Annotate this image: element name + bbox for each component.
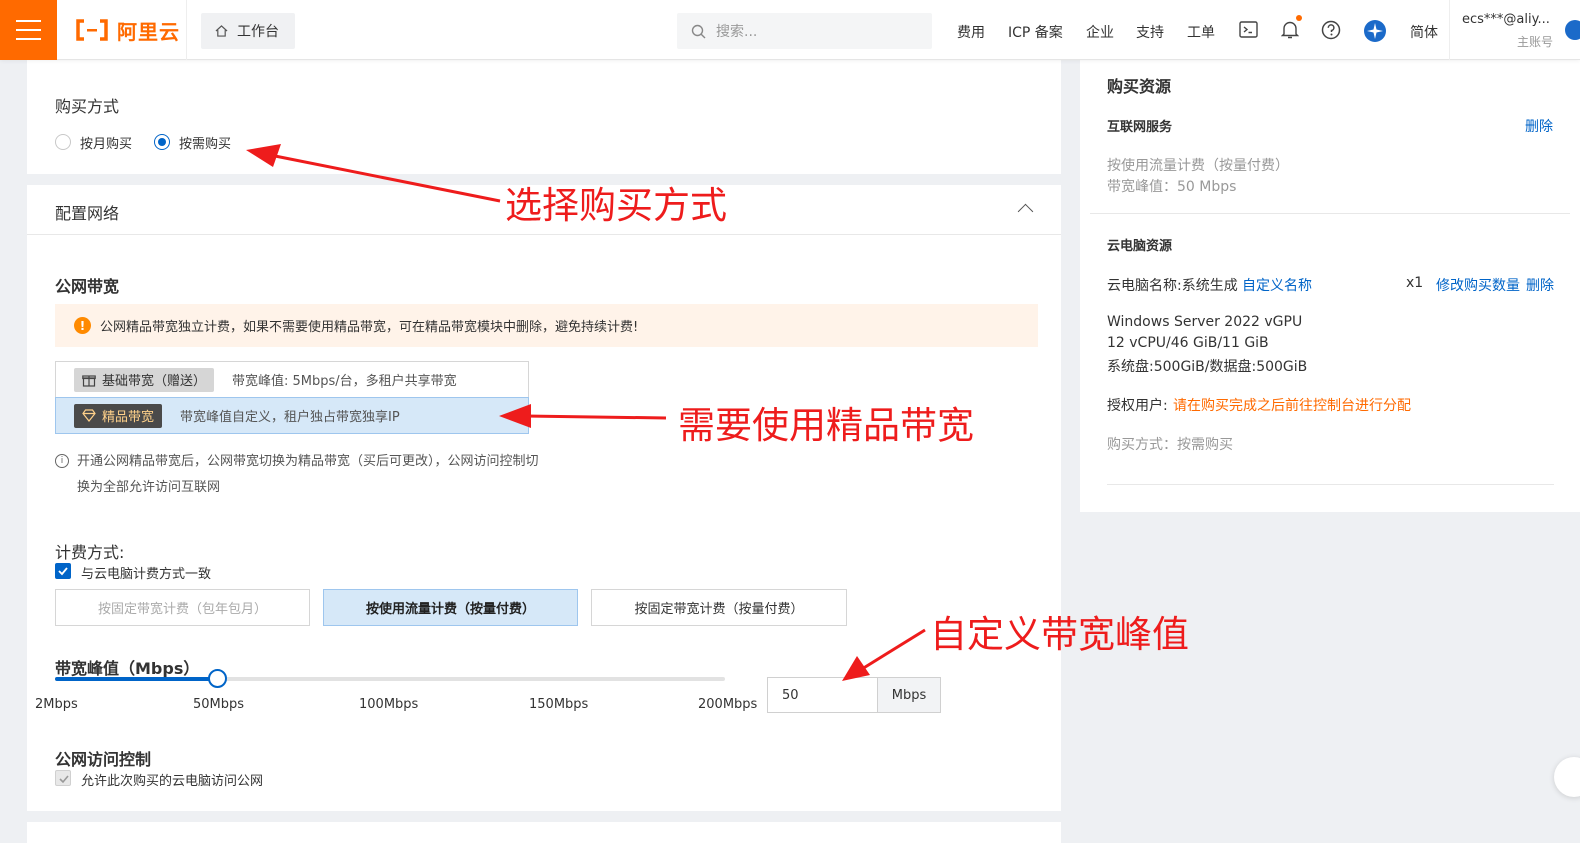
top-bar: 阿里云 工作台 搜索... 费用 ICP 备案 企业 支持 工单 简体 ecs*… <box>0 0 1580 60</box>
purchase-method-title: 购买方式 <box>55 97 120 116</box>
annotation-peak: 自定义带宽峰值 <box>930 613 1189 656</box>
cloud-name-label: 云电脑名称:系统生成 <box>1107 278 1238 294</box>
radio-on-demand-label[interactable]: 按需购买 <box>179 133 231 152</box>
tick-200mbps: 200Mbps <box>698 697 758 712</box>
next-card <box>27 822 1061 843</box>
cloud-resource-title: 云电脑资源 <box>1107 239 1173 254</box>
premium-info-line1: 开通公网精品带宽后，公网带宽切换为精品带宽（买后可更改），公网访问控制切 <box>77 454 539 469</box>
tick-50mbps: 50Mbps <box>193 697 245 712</box>
info-icon: i <box>55 454 69 468</box>
nav-enterprise[interactable]: 企业 <box>1086 22 1114 42</box>
terminal-icon[interactable] <box>1239 20 1258 39</box>
search-input[interactable]: 搜索... <box>677 13 932 49</box>
billing-fixed-monthly-button[interactable]: 按固定带宽计费（包年包月） <box>55 589 310 626</box>
divider <box>1090 213 1570 214</box>
menu-icon[interactable] <box>0 0 57 60</box>
access-allow-checkbox <box>55 770 71 786</box>
scroll-top-button[interactable] <box>1554 757 1580 797</box>
public-bandwidth-title: 公网带宽 <box>55 277 120 296</box>
basic-bandwidth-tag: 基础带宽（赠送） <box>74 367 215 392</box>
notification-dot <box>1296 15 1302 21</box>
custom-name-link[interactable]: 自定义名称 <box>1242 275 1312 295</box>
search-icon <box>691 24 706 38</box>
summary-title: 购买资源 <box>1107 77 1172 96</box>
warning-icon: ! <box>74 317 91 334</box>
billing-traffic-button[interactable]: 按使用流量计费（按量付费） <box>323 589 578 626</box>
nav-support[interactable]: 支持 <box>1136 22 1164 42</box>
purchase-method-card <box>27 60 1061 174</box>
nav-fees[interactable]: 费用 <box>957 22 985 42</box>
billing-sync-label[interactable]: 与云电脑计费方式一致 <box>81 563 211 582</box>
aliyun-logo[interactable]: 阿里云 <box>75 17 180 44</box>
gift-icon <box>82 374 96 387</box>
premium-info: i 开通公网精品带宽后，公网带宽切换为精品带宽（买后可更改），公网访问控制切 换… <box>55 449 595 501</box>
premium-bandwidth-tag-label: 精品带宽 <box>102 410 155 425</box>
auth-user-label: 授权用户: <box>1107 398 1168 414</box>
alert-text: 公网精品带宽独立计费，如果不需要使用精品带宽，可在精品带宽模块中删除，避免持续计… <box>100 320 639 335</box>
radio-monthly-label[interactable]: 按月购买 <box>80 133 132 152</box>
home-icon <box>215 25 228 37</box>
check-icon <box>59 775 69 784</box>
network-config-title: 配置网络 <box>55 204 120 223</box>
premium-info-line2: 换为全部允许访问互联网 <box>77 480 221 495</box>
billing-sync-checkbox[interactable] <box>55 563 71 579</box>
assistant-icon[interactable] <box>1363 19 1387 43</box>
tick-100mbps: 100Mbps <box>359 697 419 712</box>
workbench-label: 工作台 <box>237 24 279 40</box>
premium-bandwidth-option[interactable]: 精品带宽 带宽峰值自定义，租户独占带宽独享IP <box>55 397 529 434</box>
premium-bandwidth-tag: 精品带宽 <box>74 403 163 428</box>
bell-icon[interactable] <box>1281 20 1299 40</box>
internet-service-title: 互联网服务 <box>1107 120 1173 135</box>
radio-monthly[interactable] <box>55 134 71 150</box>
account-name[interactable]: ecs***@aliy... <box>1462 12 1550 27</box>
modify-quantity-link[interactable]: 修改购买数量 <box>1436 275 1520 295</box>
radio-on-demand[interactable] <box>154 134 170 150</box>
divider <box>186 0 187 60</box>
bandwidth-slider-fill <box>55 677 218 681</box>
tick-2mbps: 2Mbps <box>35 697 78 712</box>
peak-bandwidth-unit: Mbps <box>877 677 941 713</box>
check-icon <box>58 567 68 576</box>
access-allow-label: 允许此次购买的云电脑访问公网 <box>81 774 264 789</box>
basic-bandwidth-tag-label: 基础带宽（赠送） <box>102 374 207 389</box>
account-role: 主账号 <box>1517 35 1554 49</box>
peak-bandwidth-input[interactable]: 50 <box>767 677 878 713</box>
tick-150mbps: 150Mbps <box>529 697 589 712</box>
access-control-title: 公网访问控制 <box>55 750 152 769</box>
basic-bandwidth-desc: 带宽峰值: 5Mbps/台，多租户共享带宽 <box>232 374 457 389</box>
delete-internet-link[interactable]: 删除 <box>1525 116 1553 136</box>
annotation-purchase: 选择购买方式 <box>505 184 727 227</box>
workbench-button[interactable]: 工作台 <box>201 13 295 49</box>
auth-user-value: 请在购买完成之后前往控制台进行分配 <box>1173 398 1411 414</box>
aliyun-logo-icon <box>76 19 108 41</box>
language-switch[interactable]: 简体 <box>1410 22 1438 42</box>
bandwidth-slider-handle[interactable] <box>208 669 227 688</box>
annotation-premium: 需要使用精品带宽 <box>678 404 974 447</box>
nav-icp[interactable]: ICP 备案 <box>1008 22 1063 42</box>
billing-fixed-ondemand-button[interactable]: 按固定带宽计费（按量付费） <box>591 589 847 626</box>
premium-bandwidth-desc: 带宽峰值自定义，租户独占带宽独享IP <box>180 410 400 425</box>
divider <box>1107 484 1554 485</box>
avatar[interactable] <box>1565 20 1580 40</box>
billing-alert: ! 公网精品带宽独立计费，如果不需要使用精品带宽，可在精品带宽模块中删除，避免持… <box>55 304 1038 347</box>
delete-cloud-link[interactable]: 删除 <box>1526 275 1554 295</box>
logo-text: 阿里云 <box>117 19 180 44</box>
summary-peak: 带宽峰值：50 Mbps <box>1107 179 1237 195</box>
basic-bandwidth-option[interactable]: 基础带宽（赠送） 带宽峰值: 5Mbps/台，多租户共享带宽 <box>55 361 529 398</box>
search-placeholder: 搜索... <box>716 24 758 40</box>
diamond-icon <box>82 409 96 422</box>
spec-disk: 系统盘:500GiB/数据盘:500GiB <box>1107 359 1308 375</box>
spec-os: Windows Server 2022 vGPU <box>1107 314 1303 330</box>
billing-method-title: 计费方式: <box>55 543 125 562</box>
summary-buy-mode: 购买方式：按需购买 <box>1107 437 1233 453</box>
quantity: x1 <box>1406 275 1424 291</box>
summary-billing: 按使用流量计费（按量付费） <box>1107 158 1289 174</box>
nav-ticket[interactable]: 工单 <box>1187 22 1215 42</box>
spec-cpu: 12 vCPU/46 GiB/11 GiB <box>1107 335 1269 351</box>
help-icon[interactable] <box>1321 20 1341 40</box>
divider <box>27 234 1061 235</box>
peak-bandwidth-title: 带宽峰值（Mbps） <box>55 659 200 678</box>
divider <box>1449 0 1450 60</box>
